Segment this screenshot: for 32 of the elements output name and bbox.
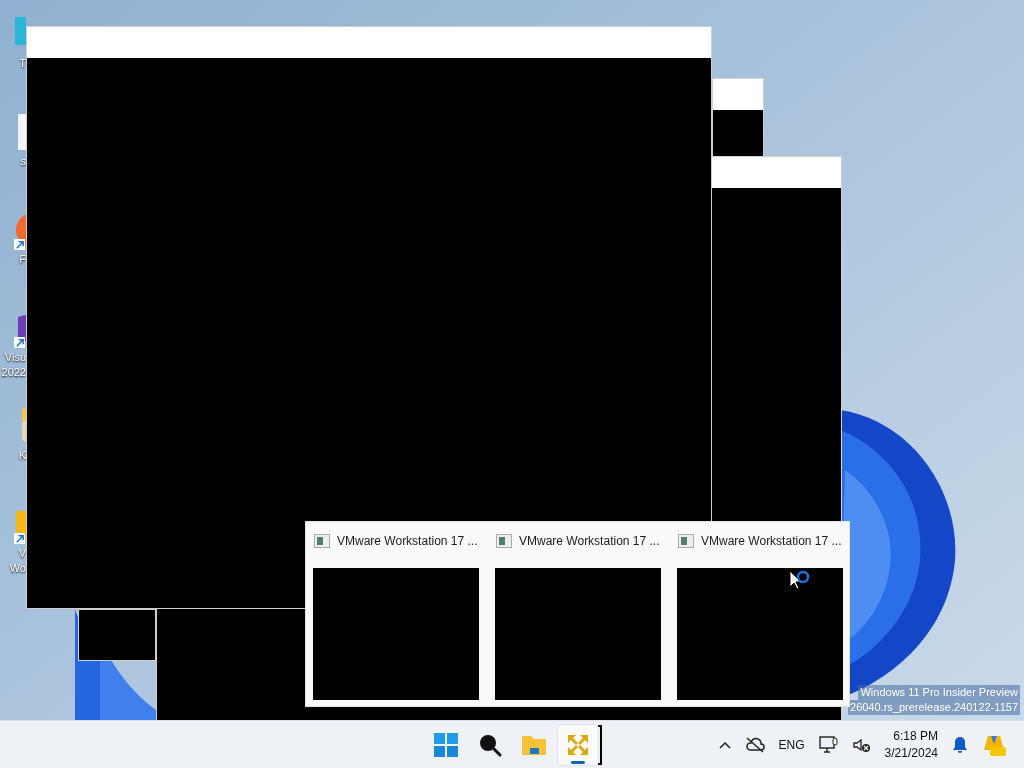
clock-time: 6:18 PM (893, 727, 938, 745)
window-thumbnail[interactable] (495, 568, 661, 700)
icon-label: T (19, 56, 26, 71)
window-thumbnail[interactable] (677, 568, 843, 700)
icon-label: s (20, 154, 26, 169)
icon-label: Visu 2022 (1, 350, 26, 380)
window-app-icon (496, 534, 512, 548)
search-icon (478, 732, 502, 757)
clock-date: 3/21/2024 (884, 744, 938, 762)
app-icon (565, 731, 591, 758)
speaker-muted-icon[interactable] (852, 736, 871, 753)
window-part[interactable] (712, 78, 764, 157)
window-thumbnail[interactable] (313, 568, 479, 700)
windows-logo-icon (434, 732, 458, 757)
language-indicator[interactable]: ENG (778, 737, 805, 752)
preview-title: VMware Workstation 17 ... (337, 534, 478, 548)
bell-icon[interactable] (952, 735, 968, 754)
icon-label: K (18, 448, 26, 463)
clock[interactable]: 6:18 PM 3/21/2024 (884, 727, 938, 762)
cloud-off-icon[interactable] (744, 736, 765, 753)
window-part[interactable] (78, 609, 156, 661)
preview-title: VMware Workstation 17 ... (519, 534, 660, 548)
window-app-icon (314, 534, 330, 548)
preview-title: VMware Workstation 17 ... (701, 534, 842, 548)
folder-icon (521, 733, 547, 756)
window-app-icon (678, 534, 694, 548)
network-icon[interactable] (818, 735, 839, 754)
chevron-up-icon[interactable] (718, 740, 731, 749)
watermark-text: 26040.rs_prerelease.240122-1157 (848, 700, 1020, 715)
icon-label: F (19, 252, 26, 267)
watermark-text: Windows 11 Pro Insider Preview (858, 685, 1020, 700)
icon-label: V Wo (9, 546, 26, 576)
